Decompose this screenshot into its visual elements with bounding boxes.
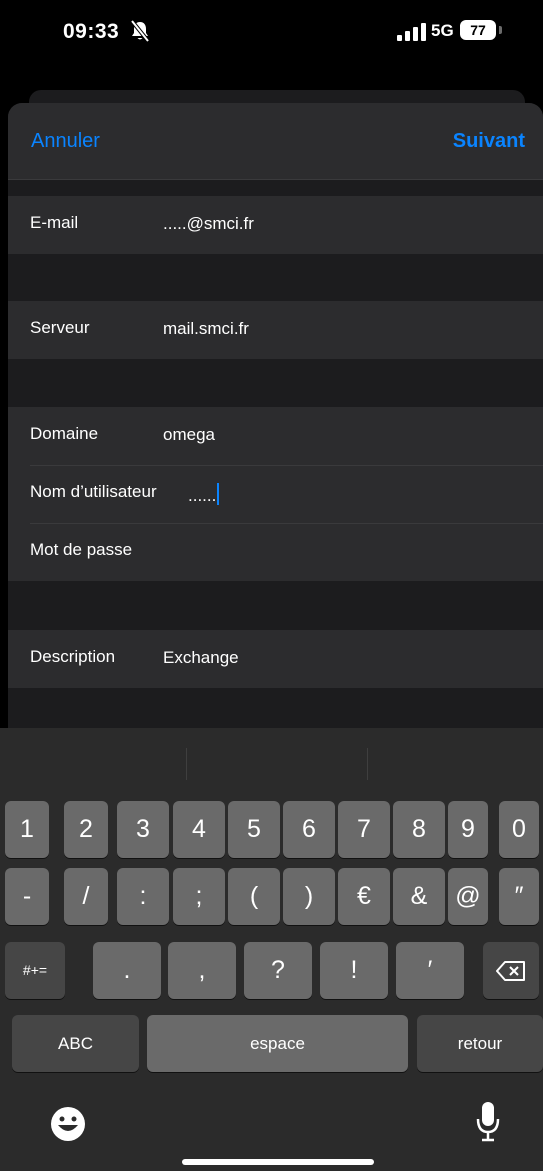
- key-colon[interactable]: :: [117, 868, 169, 925]
- abc-key[interactable]: ABC: [12, 1015, 139, 1072]
- backspace-icon: [496, 961, 525, 982]
- email-group: E-mail .....@smci.fr: [8, 196, 543, 254]
- key-at[interactable]: @: [448, 868, 488, 925]
- email-row[interactable]: E-mail .....@smci.fr: [8, 196, 543, 254]
- key-semicolon[interactable]: ;: [173, 868, 225, 925]
- suggestion-divider: [186, 748, 187, 780]
- account-sheet: Annuler Suivant E-mail .....@smci.fr Ser…: [8, 103, 543, 730]
- domain-row[interactable]: Domaine omega: [8, 407, 543, 465]
- server-row[interactable]: Serveur mail.smci.fr: [8, 301, 543, 359]
- key-0[interactable]: 0: [499, 801, 539, 858]
- username-label: Nom d’utilisateur: [30, 482, 157, 501]
- key-2[interactable]: 2: [64, 801, 108, 858]
- domain-label: Domaine: [30, 424, 99, 443]
- key-8[interactable]: 8: [393, 801, 445, 858]
- emoji-icon[interactable]: [50, 1106, 86, 1142]
- key-ampersand[interactable]: &: [393, 868, 445, 925]
- key-open-paren[interactable]: (: [228, 868, 280, 925]
- server-label: Serveur: [30, 318, 90, 337]
- divider: [8, 179, 543, 180]
- text-cursor: [217, 483, 220, 505]
- status-bar: 09:33 5G 77: [0, 0, 543, 95]
- email-label: E-mail: [30, 213, 79, 232]
- domain-field[interactable]: omega: [163, 425, 215, 445]
- nav-bar: Annuler Suivant: [8, 103, 543, 179]
- key-double-prime[interactable]: ″: [499, 868, 539, 925]
- credentials-group: Domaine omega Nom d’utilisateur ...... M…: [8, 407, 543, 581]
- password-label: Mot de passe: [30, 540, 133, 559]
- username-field[interactable]: ......: [188, 483, 220, 506]
- key-question[interactable]: ?: [244, 942, 312, 999]
- description-field[interactable]: Exchange: [163, 648, 239, 668]
- cancel-button[interactable]: Annuler: [31, 130, 100, 153]
- username-value: ......: [188, 486, 217, 505]
- username-row[interactable]: Nom d’utilisateur ......: [8, 465, 543, 523]
- key-exclamation[interactable]: !: [320, 942, 388, 999]
- description-label: Description: [30, 647, 116, 666]
- status-time: 09:33: [63, 20, 120, 43]
- space-key[interactable]: espace: [147, 1015, 408, 1072]
- key-9[interactable]: 9: [448, 801, 488, 858]
- key-close-paren[interactable]: ): [283, 868, 335, 925]
- suggestion-divider: [367, 748, 368, 780]
- key-7[interactable]: 7: [338, 801, 390, 858]
- microphone-icon[interactable]: [475, 1100, 501, 1144]
- key-euro[interactable]: €: [338, 868, 390, 925]
- description-row[interactable]: Description Exchange: [8, 630, 543, 688]
- suggestion-bar: [0, 728, 543, 800]
- backspace-key[interactable]: [483, 942, 539, 999]
- server-field[interactable]: mail.smci.fr: [163, 319, 249, 339]
- description-group: Description Exchange: [8, 630, 543, 688]
- key-4[interactable]: 4: [173, 801, 225, 858]
- key-more-symbols[interactable]: #+=: [5, 942, 65, 999]
- key-comma[interactable]: ,: [168, 942, 236, 999]
- key-prime[interactable]: ′: [396, 942, 464, 999]
- key-6[interactable]: 6: [283, 801, 335, 858]
- keyboard: 1 2 3 4 5 6 7 8 9 0 - / : ; ( ) € & @ ″ …: [0, 728, 543, 1171]
- key-5[interactable]: 5: [228, 801, 280, 858]
- bell-muted-icon: [130, 20, 150, 42]
- key-slash[interactable]: /: [64, 868, 108, 925]
- key-1[interactable]: 1: [5, 801, 49, 858]
- signal-icon: [397, 23, 426, 41]
- key-3[interactable]: 3: [117, 801, 169, 858]
- return-key[interactable]: retour: [417, 1015, 543, 1072]
- key-period[interactable]: .: [93, 942, 161, 999]
- password-row[interactable]: Mot de passe: [8, 523, 543, 581]
- network-type: 5G: [431, 21, 454, 40]
- server-group: Serveur mail.smci.fr: [8, 301, 543, 359]
- battery-cap: [499, 26, 502, 34]
- battery-icon: 77: [460, 20, 496, 40]
- email-field[interactable]: .....@smci.fr: [163, 214, 254, 234]
- home-indicator: [182, 1159, 374, 1165]
- next-button[interactable]: Suivant: [453, 130, 525, 153]
- key-minus[interactable]: -: [5, 868, 49, 925]
